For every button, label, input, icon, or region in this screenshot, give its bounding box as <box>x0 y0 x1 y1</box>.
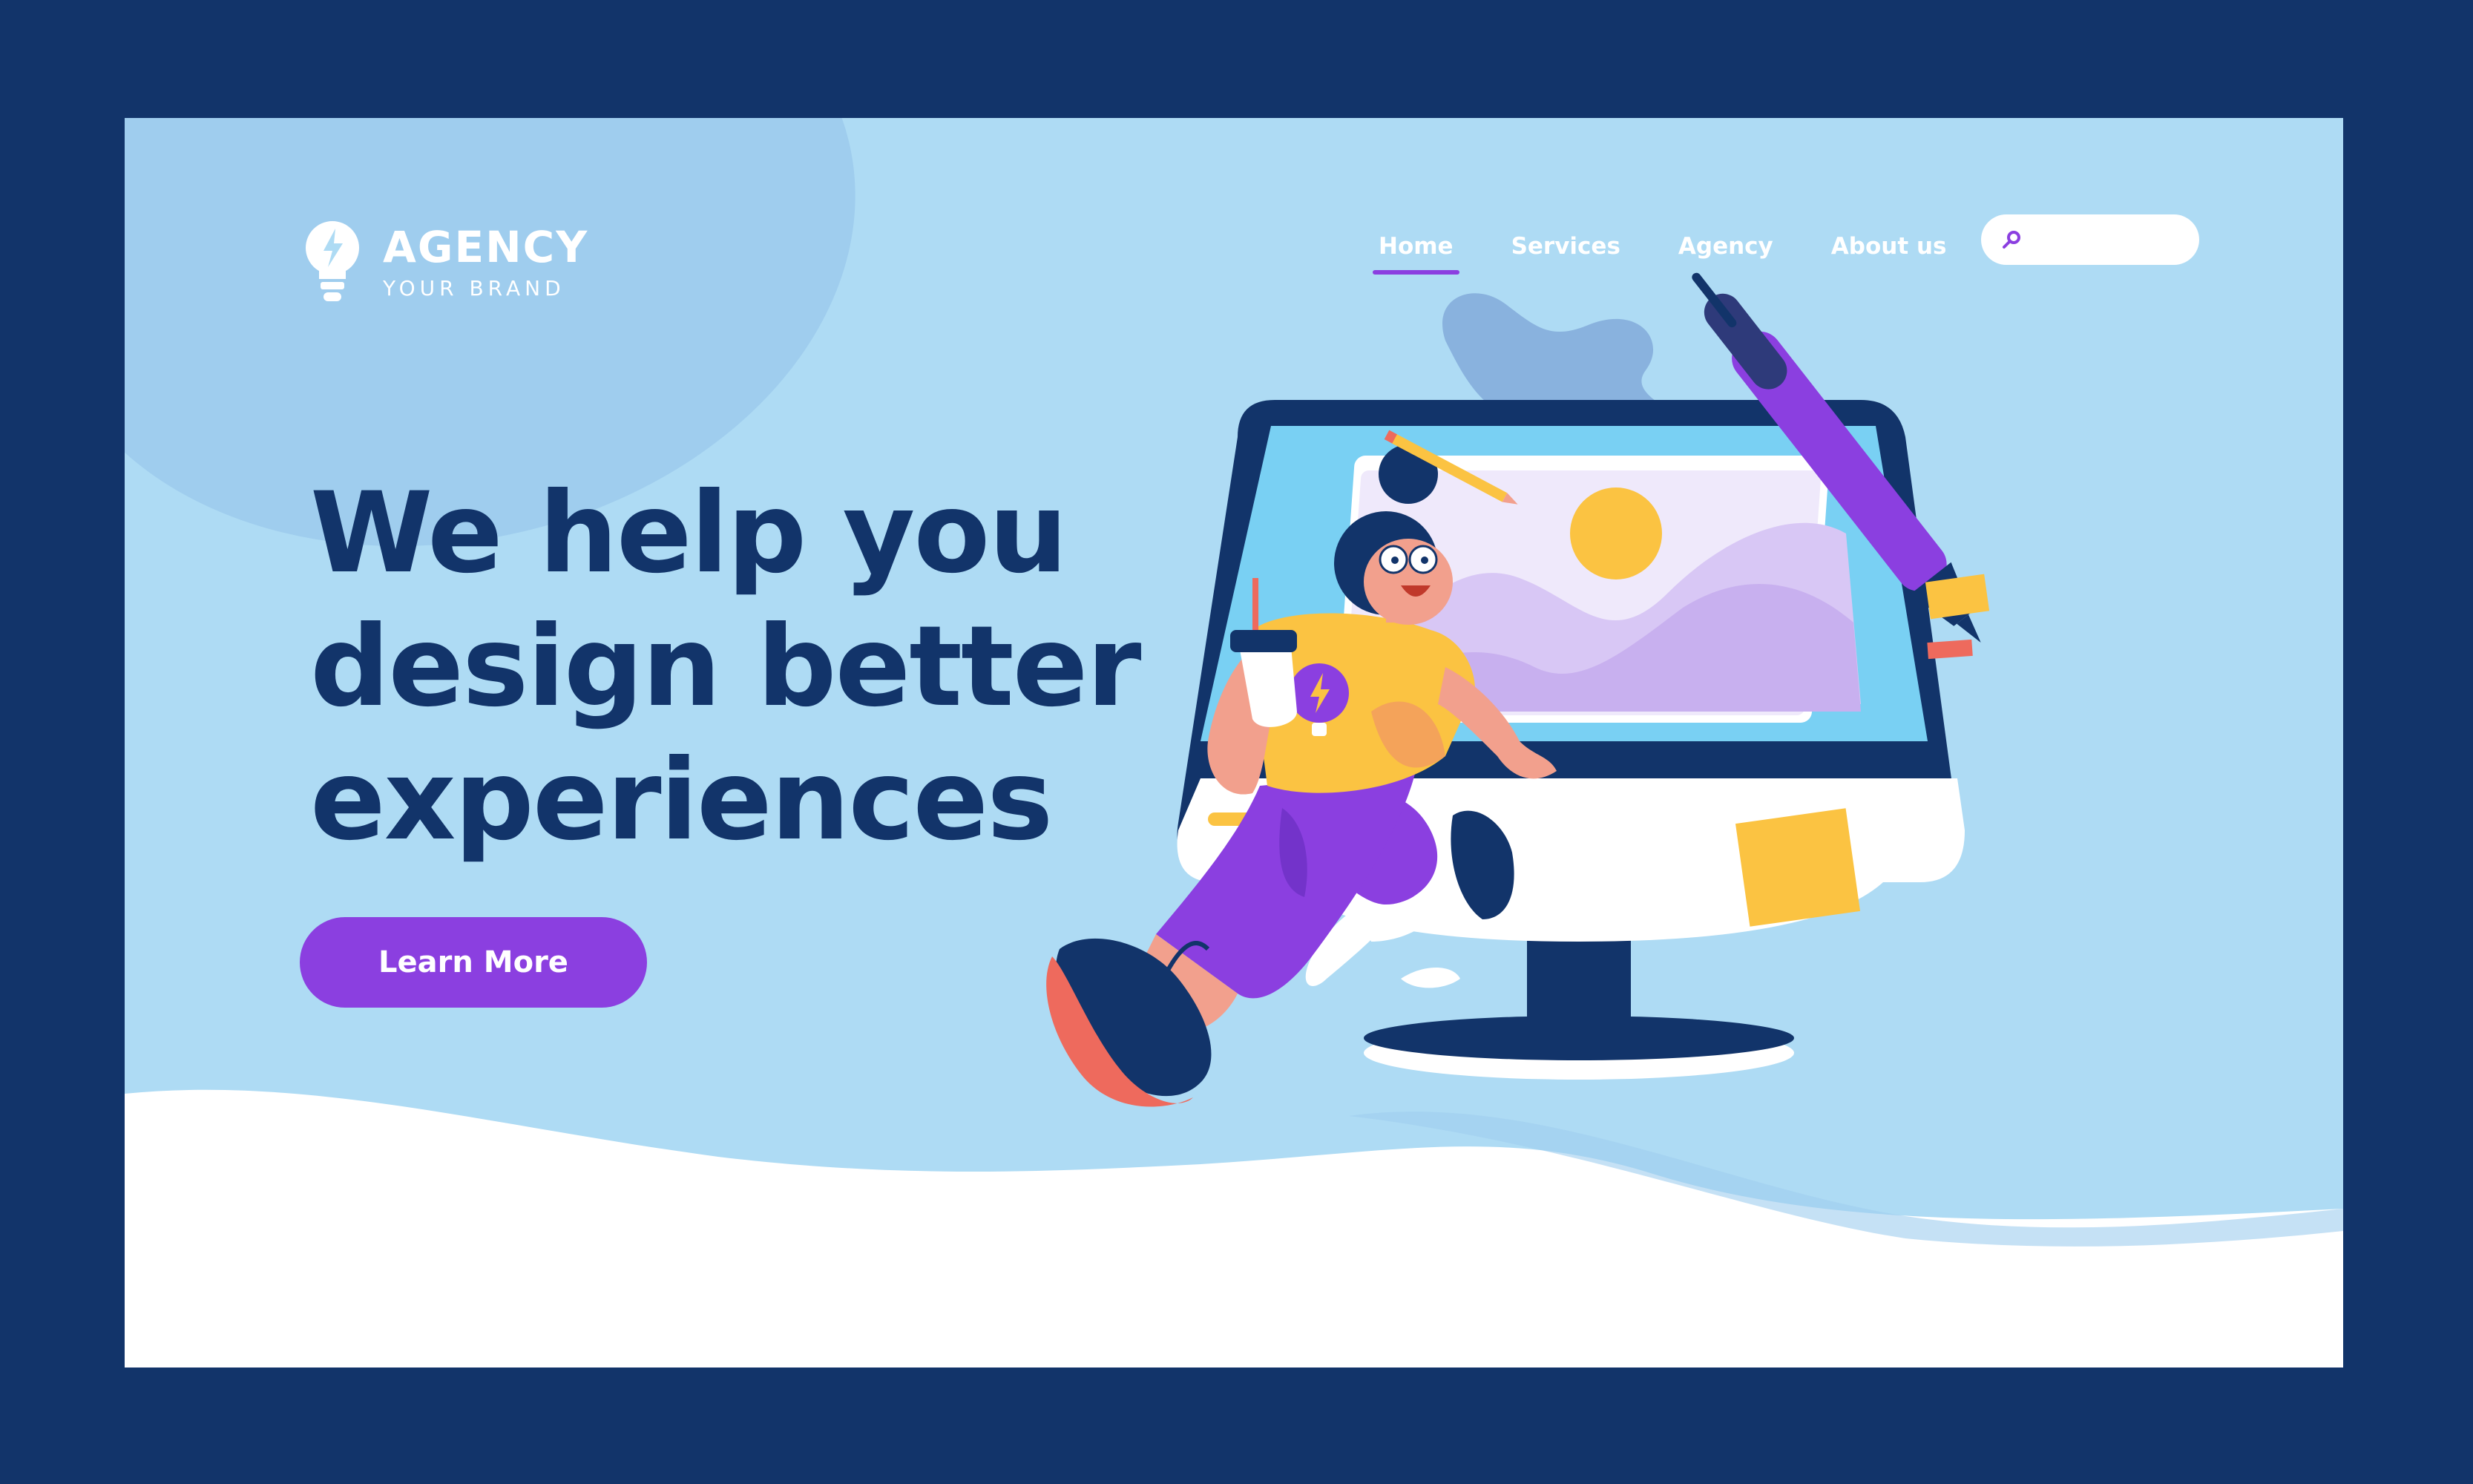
landing-page: AGENCY YOUR BRAND Home Services Agency A… <box>125 118 2343 1368</box>
sun-icon <box>1570 487 1662 580</box>
hero-illustration <box>1046 272 1990 1107</box>
sticky-note <box>1735 808 1861 927</box>
